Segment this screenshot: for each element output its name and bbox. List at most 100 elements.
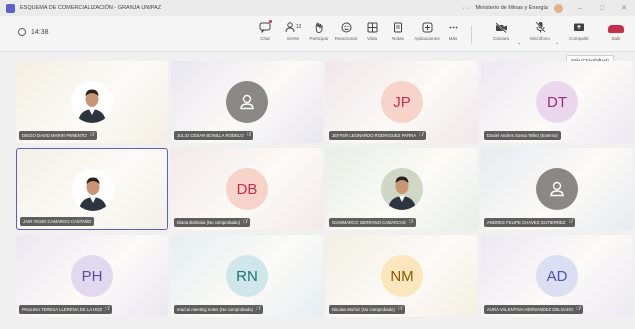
title-bar: ESQUEMA DE COMERCIALIZACIÓN - GRANJA UNI…	[0, 0, 635, 16]
mic-off-icon	[531, 20, 549, 34]
mic-muted-icon: 🎙̸	[243, 219, 247, 225]
chat-button[interactable]: Chat	[251, 20, 279, 41]
mic-muted-icon: 🎙̸	[105, 306, 109, 312]
raise-hand-icon	[310, 20, 328, 34]
view-button[interactable]: Vista	[358, 20, 386, 41]
window-title: ESQUEMA DE COMERCIALIZACIÓN - GRANJA UNI…	[20, 5, 162, 11]
share-button[interactable]: Compartir	[565, 20, 593, 41]
participant-tile[interactable]: JULIO CESAR BONILLA RODELO 🎙̸	[171, 61, 323, 143]
camera-button[interactable]: Cámara	[487, 20, 515, 41]
mic-muted-icon: 🎙̸	[255, 306, 260, 312]
participant-tile[interactable]: JAIR YESID CAMARGO CASTAÑO	[16, 148, 168, 230]
more-icon	[444, 20, 462, 34]
participant-name: GIANMARCO SERRANO CABARCAS	[332, 220, 406, 225]
apps-button[interactable]: Aplicaciones	[413, 20, 441, 41]
participant-name-tag: Diana Barbosa (No comprobado) 🎙̸	[174, 218, 250, 227]
toolbar-divider	[471, 26, 472, 44]
participant-tile[interactable]: DB Diana Barbosa (No comprobado) 🎙̸	[171, 148, 323, 230]
participant-tile[interactable]: DT Daniel Andres Sossa Tellez (Externo)	[481, 61, 633, 143]
participant-name-tag: JAIR YESID CAMARGO CASTAÑO	[20, 217, 95, 226]
meeting-toolbar: 14:38 Chat 12 Gente Participar Reacciona…	[0, 16, 635, 52]
participant-name: PAULINA TERESA LLERENA DE LA HOZ	[22, 307, 103, 312]
chat-icon	[256, 20, 274, 34]
participants-count: 12	[295, 24, 302, 30]
mic-muted-icon: 🎙̸	[419, 132, 423, 138]
react-icon	[337, 20, 355, 34]
mic-muted-icon: 🎙̸	[246, 132, 251, 138]
leave-label: Salir	[611, 36, 621, 41]
organization-name[interactable]: Ministerio de Minas y Energía	[476, 5, 548, 11]
raise-hand-label: Participar	[309, 36, 329, 41]
view-label: Vista	[367, 36, 377, 41]
raise-hand-button[interactable]: Participar	[305, 20, 333, 41]
react-label: Reaccionar	[334, 36, 358, 41]
participant-name: read.ai meeting notes (No comprobado)	[177, 307, 253, 312]
minimize-button[interactable]: –	[569, 0, 591, 16]
default-person-icon	[536, 168, 578, 210]
participant-tile[interactable]: ANDRES FELIPE CHAVES GUTIERREZ 🎙̸	[481, 148, 633, 230]
participant-tile[interactable]: JP JEFFER LEONARDO RODRIGUEZ PARRA 🎙̸	[326, 61, 478, 143]
share-icon	[570, 20, 588, 34]
participant-tile[interactable]: DIEGO DAVID MARIN PIMIENTO 🎙̸	[16, 61, 168, 143]
camera-label: Cámara	[492, 36, 509, 41]
participant-name: Daniel Andres Sossa Tellez (Externo)	[487, 133, 558, 138]
participant-initials: PH	[81, 267, 103, 285]
user-avatar[interactable]	[554, 3, 563, 13]
people-button[interactable]: 12 Gente	[279, 20, 307, 41]
timer-value: 14:38	[31, 28, 49, 36]
participant-initials-avatar: NM	[381, 255, 423, 297]
participant-initials-avatar: DT	[536, 81, 578, 123]
participant-name-tag: Nicolas Muñoz (No comprobado) 🎙̸	[329, 305, 405, 314]
participant-tile[interactable]: PH PAULINA TERESA LLERENA DE LA HOZ 🎙̸	[16, 235, 168, 317]
mic-muted-icon: 🎙̸	[576, 306, 581, 312]
more-button[interactable]: Más	[439, 20, 467, 41]
participant-name-tag: AURA VALENTINA HERNANDEZ DELGADO 🎙̸	[484, 305, 584, 314]
participant-name: DIEGO DAVID MARIN PIMIENTO	[22, 133, 87, 138]
participant-initials: JP	[393, 93, 411, 111]
participant-name-tag: DIEGO DAVID MARIN PIMIENTO 🎙̸	[19, 131, 97, 140]
chat-label: Chat	[260, 36, 270, 41]
participant-name: AURA VALENTINA HERNANDEZ DELGADO	[487, 307, 574, 312]
mic-options-chevron-down-icon[interactable]: ⌄	[555, 40, 559, 46]
participant-tile[interactable]: GIANMARCO SERRANO CABARCAS 🎙̸	[326, 148, 478, 230]
teams-app-icon	[6, 3, 15, 13]
maximize-button[interactable]: □	[591, 0, 613, 16]
mic-muted-icon: 🎙̸	[408, 219, 413, 225]
shield-icon	[18, 28, 26, 36]
participant-initials-avatar: DB	[226, 168, 268, 210]
participant-initials-avatar: PH	[71, 255, 113, 297]
close-window-button[interactable]: ✕	[613, 0, 635, 16]
participant-name: JULIO CESAR BONILLA RODELO	[177, 133, 244, 138]
more-options-icon[interactable]: ···	[463, 5, 470, 12]
participant-name-tag: JULIO CESAR BONILLA RODELO 🎙̸	[174, 131, 254, 140]
participant-initials-avatar: AD	[536, 255, 578, 297]
participant-name-tag: PAULINA TERESA LLERENA DE LA HOZ 🎙̸	[19, 305, 112, 314]
leave-button[interactable]: Salir	[602, 20, 630, 41]
meeting-timer: 14:38	[18, 28, 49, 36]
participant-name-tag: GIANMARCO SERRANO CABARCAS 🎙̸	[329, 218, 416, 227]
people-label: Gente	[286, 36, 300, 41]
participant-initials: DB	[236, 180, 258, 198]
participant-name: ANDRES FELIPE CHAVES GUTIERREZ	[487, 220, 566, 225]
participant-name-tag: read.ai meeting notes (No comprobado) 🎙̸	[174, 305, 263, 314]
default-person-icon	[226, 81, 268, 123]
participant-photo	[381, 168, 423, 210]
apps-icon	[418, 20, 436, 34]
notes-button[interactable]: Notas	[384, 20, 412, 41]
participant-initials: AD	[546, 267, 568, 285]
participant-photo	[72, 169, 114, 211]
participant-tile[interactable]: AD AURA VALENTINA HERNANDEZ DELGADO 🎙̸	[481, 235, 633, 317]
participant-tile[interactable]: RN read.ai meeting notes (No comprobado) 🎙…	[171, 235, 323, 317]
participant-name: Nicolas Muñoz (No comprobado)	[332, 307, 395, 312]
participant-initials-avatar: JP	[381, 81, 423, 123]
participant-initials: RN	[236, 267, 258, 285]
notes-label: Notas	[392, 36, 404, 41]
participant-tile[interactable]: NM Nicolas Muñoz (No comprobado) 🎙̸	[326, 235, 478, 317]
apps-label: Aplicaciones	[414, 36, 440, 41]
microphone-button[interactable]: Micrófono	[526, 20, 554, 41]
participant-initials: DT	[547, 93, 567, 111]
participant-name-tag: JEFFER LEONARDO RODRIGUEZ PARRA 🎙̸	[329, 131, 426, 140]
camera-options-chevron-down-icon[interactable]: ⌄	[517, 40, 521, 46]
react-button[interactable]: Reaccionar	[332, 20, 360, 41]
participant-photo	[71, 81, 113, 123]
